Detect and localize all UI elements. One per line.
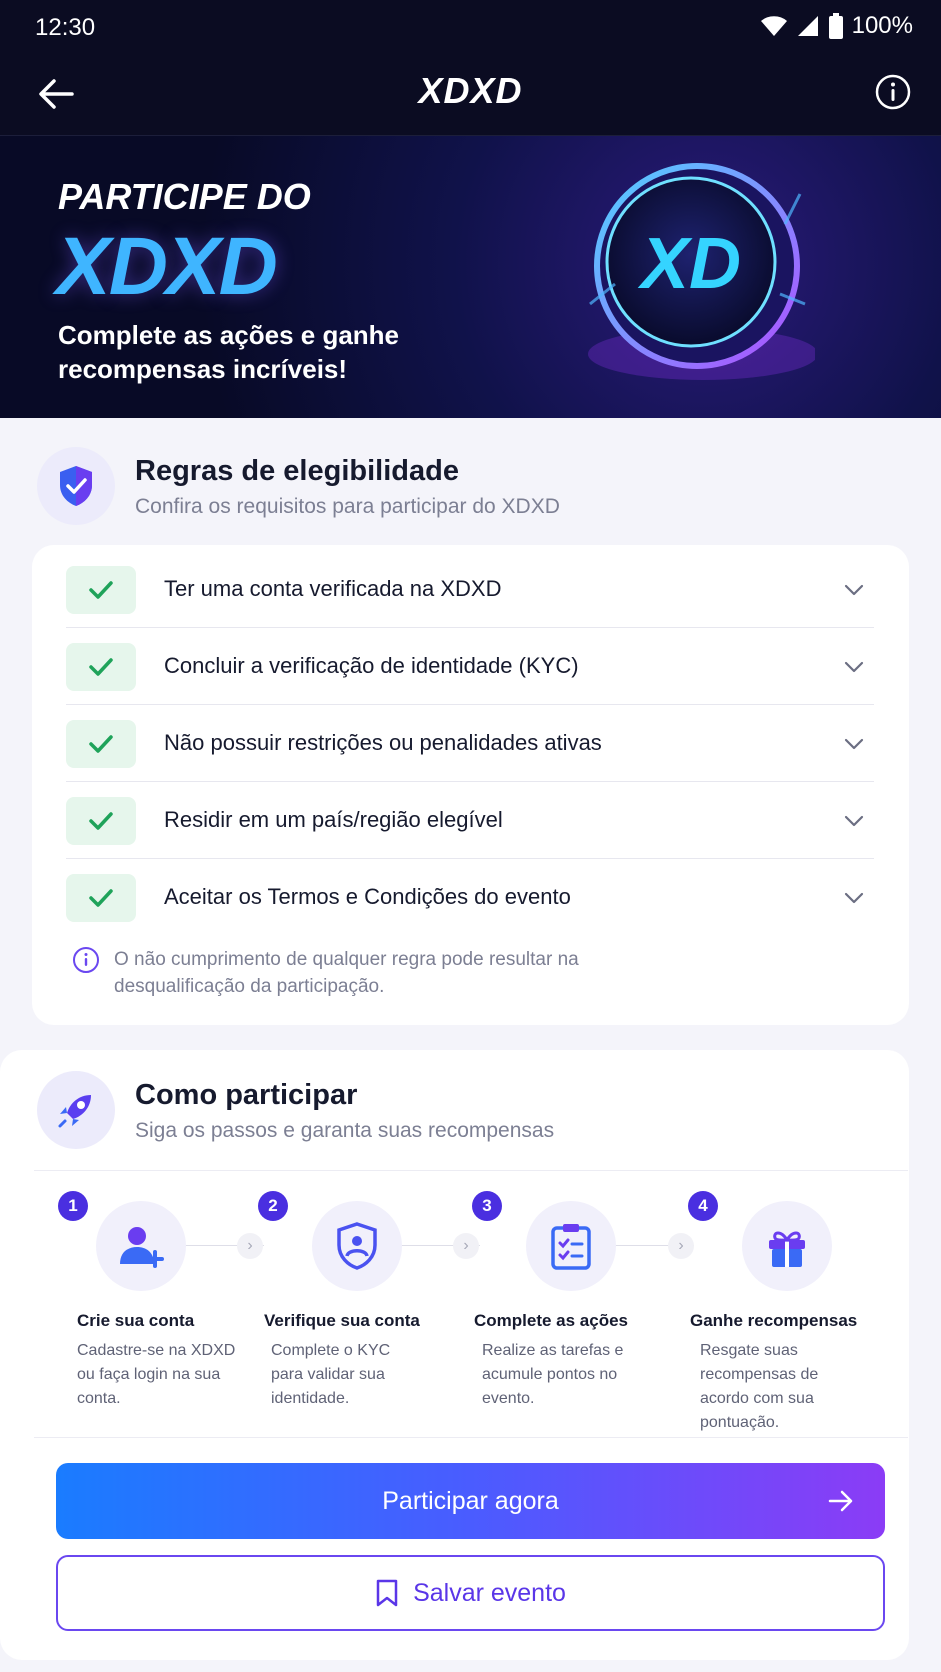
steps-row: › › › 1 Crie sua conta Cadastre-se na XD… xyxy=(34,1170,908,1438)
check-icon xyxy=(89,812,113,830)
banner-kicker: PARTICIPE DO xyxy=(58,176,311,217)
info-circle-icon xyxy=(73,947,99,973)
how-to-title: Como participar xyxy=(135,1079,358,1111)
check-badge xyxy=(66,566,136,614)
check-icon xyxy=(89,735,113,753)
rule-label: Não possuir restrições ou penalidades at… xyxy=(164,730,602,755)
step-number: 2 xyxy=(258,1191,288,1221)
battery-level: 100% xyxy=(851,12,913,39)
step-desc: Realize as tarefas e acumule pontos no e… xyxy=(482,1342,624,1407)
chevron-down-icon[interactable] xyxy=(842,886,866,910)
info-icon[interactable] xyxy=(873,72,913,112)
battery-icon xyxy=(828,13,843,39)
note-text: O não cumprimento de qualquer regra pode… xyxy=(114,949,579,997)
eligibility-subtitle: Confira os requisitos para participar do… xyxy=(135,495,560,518)
step-icon-circle xyxy=(742,1201,832,1291)
step-number: 3 xyxy=(472,1191,502,1221)
step-title: Ganhe recompensas xyxy=(690,1311,858,1330)
step-icon-circle xyxy=(312,1201,402,1291)
wifi-icon xyxy=(760,16,787,36)
check-icon xyxy=(89,889,113,907)
step-title: Crie sua conta xyxy=(77,1311,195,1330)
rule-label: Concluir a verificação de identidade (KY… xyxy=(164,653,579,678)
check-icon xyxy=(89,658,113,676)
user-add-icon xyxy=(120,1227,164,1268)
step-item: 2 Verifique sua conta Complete o KYC par… xyxy=(250,1171,466,1439)
how-to-icon-badge xyxy=(37,1071,115,1149)
step-icon-circle xyxy=(96,1201,186,1291)
eligibility-title: Regras de elegibilidade xyxy=(135,455,459,487)
hero-banner: PARTICIPE DO XDXD Complete as ações e ga… xyxy=(0,136,941,418)
arrow-right-icon xyxy=(828,1490,853,1512)
chevron-down-icon[interactable] xyxy=(842,655,866,679)
check-badge xyxy=(66,874,136,922)
check-badge xyxy=(66,720,136,768)
rule-item[interactable]: Concluir a verificação de identidade (KY… xyxy=(66,629,874,705)
rocket-icon xyxy=(58,1095,91,1128)
step-number: 4 xyxy=(688,1191,718,1221)
status-bar: 12:30 100% xyxy=(0,0,941,56)
chevron-down-icon[interactable] xyxy=(842,809,866,833)
step-icon-circle xyxy=(526,1201,616,1291)
top-bar: 12:30 100% XDXD xyxy=(0,0,941,136)
clipboard-list-icon xyxy=(551,1224,591,1270)
rule-label: Ter uma conta verificada na XDXD xyxy=(164,576,502,601)
banner-subtitle: Complete as ações e ganhe recompensas in… xyxy=(58,320,400,384)
step-title: Verifique sua conta xyxy=(264,1311,420,1330)
shield-check-icon xyxy=(60,466,92,506)
coin-label: XD xyxy=(637,224,741,304)
status-time: 12:30 xyxy=(35,14,96,41)
step-item: 1 Crie sua conta Cadastre-se na XDXD ou … xyxy=(34,1171,250,1439)
eligibility-note: O não cumprimento de qualquer regra pode… xyxy=(72,946,634,1000)
rule-item[interactable]: Não possuir restrições ou penalidades at… xyxy=(66,706,874,782)
rule-item[interactable]: Residir em um país/região elegível xyxy=(66,783,874,859)
check-icon xyxy=(89,581,113,599)
shield-user-icon xyxy=(337,1222,377,1270)
check-badge xyxy=(66,643,136,691)
gift-icon xyxy=(769,1231,805,1267)
step-title: Complete as ações xyxy=(474,1311,629,1330)
header-logo: XDXD xyxy=(418,70,523,111)
status-icons: 100% xyxy=(760,12,913,40)
save-event-label: Salvar evento xyxy=(413,1578,566,1607)
app-header: XDXD xyxy=(0,60,941,126)
rule-item[interactable]: Aceitar os Termos e Condições do evento xyxy=(66,860,874,936)
rule-item[interactable]: Ter uma conta verificada na XDXD xyxy=(66,552,874,628)
step-item: 3 Complete as ações Realize as tarefas e… xyxy=(466,1171,682,1439)
rule-label: Aceitar os Termos e Condições do evento xyxy=(164,884,571,909)
chevron-down-icon[interactable] xyxy=(842,578,866,602)
banner-brand: XDXD xyxy=(56,221,278,312)
eligibility-icon-badge xyxy=(37,447,115,525)
participate-label: Participar agora xyxy=(382,1486,559,1515)
step-number: 1 xyxy=(58,1191,88,1221)
step-desc: Complete o KYC para validar sua identida… xyxy=(271,1342,391,1407)
coin-illustration: XD xyxy=(588,163,815,380)
step-item: 4 Ganhe recompensas Resgate suas recompe… xyxy=(682,1171,898,1439)
step-desc: Cadastre-se na XDXD ou faça login na sua… xyxy=(77,1342,236,1407)
participate-button[interactable]: Participar agora xyxy=(56,1463,885,1539)
chevron-down-icon[interactable] xyxy=(842,732,866,756)
check-badge xyxy=(66,797,136,845)
how-to-subtitle: Siga os passos e garanta suas recompensa… xyxy=(135,1119,555,1142)
signal-icon xyxy=(797,16,818,36)
rule-label: Residir em um país/região elegível xyxy=(164,807,503,832)
save-event-button[interactable]: Salvar evento xyxy=(56,1555,885,1631)
bookmark-icon xyxy=(376,1579,398,1607)
step-desc: Resgate suas recompensas de acordo com s… xyxy=(700,1342,819,1431)
